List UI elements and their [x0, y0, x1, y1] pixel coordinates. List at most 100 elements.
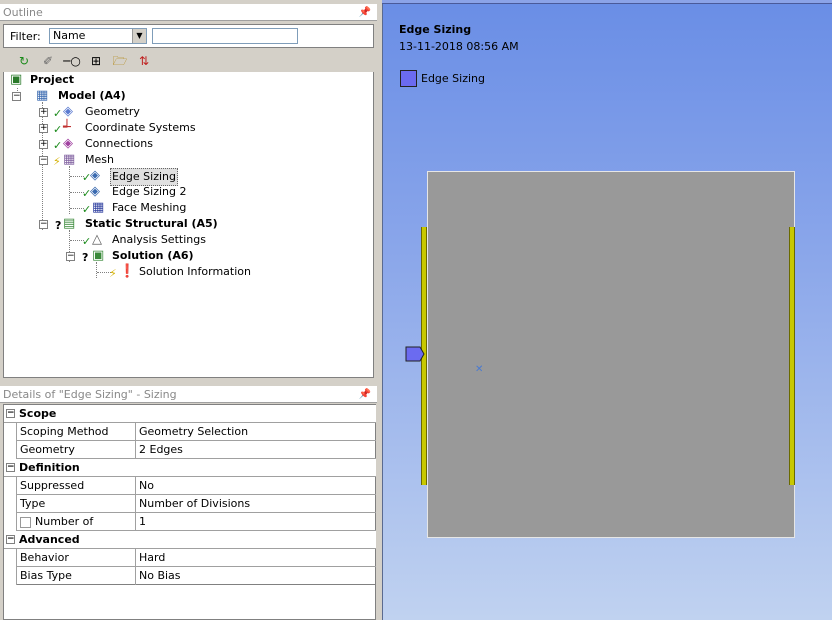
row-value[interactable]: Number of Divisions	[139, 495, 376, 512]
details-grid: − Scope Scoping Method Geometry Selectio…	[3, 404, 376, 620]
chevron-down-icon[interactable]: ▼	[132, 29, 146, 43]
solution-icon: ▣	[92, 248, 105, 263]
refresh-icon[interactable]: ↻	[15, 52, 33, 70]
row-scoping-method[interactable]: Scoping Method Geometry Selection	[16, 423, 376, 441]
legend-label: Edge Sizing	[421, 72, 486, 85]
group-scope[interactable]: − Scope	[4, 405, 376, 423]
row-value[interactable]: 1	[139, 513, 376, 530]
row-type[interactable]: Type Number of Divisions	[16, 495, 376, 513]
outline-tree: ▣ Project − ▦ Model (A4) + ✓ ◈ Geometry …	[3, 72, 374, 378]
viewport-title: Edge Sizing	[399, 23, 472, 36]
grid-icon: ▦	[92, 200, 105, 215]
check-icon: ✓	[82, 235, 92, 248]
collapse-icon[interactable]: −	[6, 463, 15, 472]
tree-label-static: Static Structural (A5)	[85, 217, 218, 230]
expand-icon[interactable]: +	[39, 140, 48, 149]
pin-icon[interactable]: 📌	[359, 4, 371, 21]
row-key: Behavior	[16, 549, 136, 567]
tree-label-connections: Connections	[85, 137, 153, 150]
row-bias-type[interactable]: Bias Type No Bias	[16, 567, 376, 585]
clear-icon[interactable]: ✐	[39, 52, 57, 70]
collapse-icon[interactable]: −	[6, 535, 15, 544]
tree-expand-icon[interactable]: ─○	[63, 52, 81, 70]
row-key: Suppressed	[16, 477, 136, 495]
group-advanced-label: Advanced	[19, 533, 80, 546]
outline-panel: Outline 📌 Filter: Name ▼ ↻ ✐ ─○ ⊞ 🗁 ⇅ ▣ …	[0, 0, 377, 380]
tree-label-model: Model (A4)	[58, 89, 126, 102]
question-icon: ?	[82, 251, 89, 264]
tree-label-coord: Coordinate Systems	[85, 121, 196, 134]
viewport-date: 13-11-2018 08:56 AM	[399, 40, 519, 53]
analysis-settings-icon: △	[92, 232, 102, 247]
tree-label-solution: Solution (A6)	[112, 249, 194, 262]
outline-toolbar: ↻ ✐ ─○ ⊞ 🗁 ⇅	[3, 50, 374, 72]
details-panel: Details of "Edge Sizing" - Sizing 📌 − Sc…	[0, 384, 377, 620]
row-key: Bias Type	[16, 567, 136, 585]
check-icon: ✓	[53, 123, 63, 136]
project-icon: ▣	[10, 72, 23, 87]
legend-swatch	[400, 70, 417, 87]
expand-icon[interactable]: +	[39, 108, 48, 117]
row-key: Scoping Method	[16, 423, 136, 441]
graphics-viewport[interactable]: Edge Sizing 13-11-2018 08:56 AM Edge Siz…	[382, 4, 832, 620]
group-advanced[interactable]: − Advanced	[4, 531, 376, 549]
row-behavior[interactable]: Behavior Hard	[16, 549, 376, 567]
static-structural-icon: ▤	[63, 216, 76, 231]
filter-dropdown-value: Name	[53, 29, 86, 42]
check-icon: ✓	[53, 139, 63, 152]
row-geometry[interactable]: Geometry 2 Edges	[16, 441, 376, 459]
check-icon: ✓	[53, 107, 63, 120]
group-definition[interactable]: − Definition	[4, 459, 376, 477]
collapse-icon[interactable]: −	[39, 220, 48, 229]
filter-dropdown[interactable]: Name ▼	[49, 28, 147, 44]
parameter-checkbox[interactable]	[20, 516, 31, 528]
group-scope-label: Scope	[19, 407, 57, 420]
row-key: Number of Divisions	[16, 513, 136, 545]
details-title-bar: Details of "Edge Sizing" - Sizing 📌	[0, 386, 377, 403]
edge-sizing-marker[interactable]	[405, 346, 425, 362]
tree-label-geometry: Geometry	[85, 105, 140, 118]
bolt-icon: ⚡	[109, 267, 117, 280]
pin-icon[interactable]: 📌	[359, 386, 371, 403]
folder-icon[interactable]: 🗁	[111, 52, 129, 70]
tree-label-solution-info: Solution Information	[139, 265, 251, 278]
row-number-of-divisions[interactable]: Number of Divisions 1	[16, 513, 376, 545]
selected-edge-right[interactable]	[789, 227, 795, 485]
bolt-icon: ⚡	[53, 155, 61, 168]
collapse-icon[interactable]: −	[6, 409, 15, 418]
tree-label-project: Project	[30, 73, 75, 86]
expand-all-icon[interactable]: ⊞	[87, 52, 105, 70]
row-value[interactable]: No	[139, 477, 376, 494]
question-icon: ?	[55, 219, 62, 232]
collapse-icon[interactable]: −	[39, 156, 48, 165]
details-title: Details of "Edge Sizing" - Sizing	[3, 388, 177, 401]
filter-search-input[interactable]	[152, 28, 298, 44]
collapse-icon[interactable]: −	[12, 92, 21, 101]
tree-label-mesh: Mesh	[85, 153, 114, 166]
collapse-icon[interactable]: −	[66, 252, 75, 261]
mesh-icon: ▦	[63, 152, 76, 167]
filter-bar: Filter: Name ▼	[3, 24, 374, 48]
geometry-icon: ◈	[63, 104, 73, 119]
triad-cursor-icon: ✕	[475, 364, 484, 375]
row-suppressed[interactable]: Suppressed No	[16, 477, 376, 495]
geometry-plate[interactable]	[427, 171, 795, 538]
row-value[interactable]: 2 Edges	[139, 441, 376, 458]
row-value[interactable]: No Bias	[139, 567, 376, 584]
row-value[interactable]: Hard	[139, 549, 376, 566]
connections-icon: ◈	[63, 136, 73, 151]
group-definition-label: Definition	[19, 461, 80, 474]
sort-icon[interactable]: ⇅	[135, 52, 153, 70]
filter-label: Filter:	[10, 30, 41, 43]
tree-label-analysis: Analysis Settings	[112, 233, 206, 246]
sizing-icon: ◈	[90, 184, 100, 199]
axes-icon: ┵	[63, 120, 71, 135]
model-icon: ▦	[36, 88, 49, 103]
outline-title-bar: Outline 📌	[0, 4, 377, 21]
sizing-icon: ◈	[90, 168, 100, 183]
info-icon: ❗	[119, 264, 136, 279]
tree-label-face-meshing: Face Meshing	[112, 201, 187, 214]
row-value[interactable]: Geometry Selection	[139, 423, 376, 440]
row-key: Type	[16, 495, 136, 513]
expand-icon[interactable]: +	[39, 124, 48, 133]
